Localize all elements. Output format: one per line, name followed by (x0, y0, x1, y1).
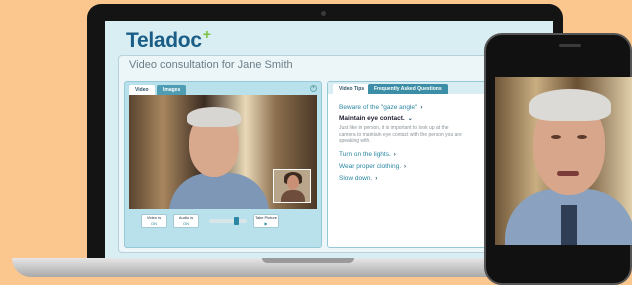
tip-label: Wear proper clothing. (339, 162, 402, 170)
tab-images[interactable]: Images (157, 85, 187, 95)
audio-toggle-button[interactable]: Audio is ON (173, 214, 199, 228)
doctor-shirt (169, 173, 269, 209)
patient-face (287, 175, 299, 190)
tip-eye-contact-body: Just like in person, it is important to … (339, 125, 462, 144)
take-picture-button[interactable]: Take Picture ▶ (253, 214, 279, 228)
brand-logo: Teladoc+ (126, 26, 211, 52)
tip-label: Slow down. (339, 174, 373, 182)
video-controls: Video is ON Audio is ON Take Picture ▶ (129, 214, 317, 244)
doctor-hair (529, 89, 611, 121)
patient-preview[interactable] (273, 169, 311, 203)
doctor-tie (561, 205, 577, 245)
tip-label: Maintain eye contact. (339, 115, 405, 122)
doctor-hair (187, 107, 241, 127)
video-card: Video Images × Video is ON Audio is ON T… (124, 81, 322, 248)
tab-video[interactable]: Video (129, 85, 155, 95)
video-feed[interactable] (129, 95, 317, 209)
volume-slider[interactable] (209, 219, 247, 223)
close-icon[interactable]: × (310, 85, 317, 92)
phone-video-feed[interactable] (495, 77, 632, 245)
laptop-camera (321, 11, 326, 16)
volume-slider-handle[interactable] (234, 217, 239, 225)
doctor-eye (577, 135, 587, 139)
patient-body (281, 190, 305, 202)
camera-icon: ▶ (264, 221, 268, 226)
doctor-mouth (557, 171, 579, 176)
tip-label: Turn on the lights. (339, 150, 391, 158)
laptop-base-notch (262, 258, 354, 263)
chevron-right-icon: › (420, 105, 423, 111)
chevron-right-icon: › (404, 163, 407, 170)
audio-toggle-state: ON (183, 221, 189, 226)
video-toggle-state: ON (151, 221, 157, 226)
consultation-panel: Video consultation for Jane Smith Video … (118, 55, 538, 253)
tab-faq[interactable]: Frequently Asked Questions (368, 84, 448, 94)
tab-video-tips[interactable]: Video Tips (333, 84, 371, 94)
brand-plus-icon: + (202, 26, 211, 42)
doctor-eye (551, 135, 561, 139)
chevron-down-icon: ⌄ (407, 116, 413, 122)
chevron-right-icon: › (393, 151, 396, 158)
page-title: Video consultation for Jane Smith (129, 59, 293, 71)
chevron-right-icon: › (375, 175, 378, 182)
phone-speaker (559, 44, 581, 47)
tip-label: Beware of the "gaze angle" (339, 104, 418, 111)
video-toggle-button[interactable]: Video is ON (141, 214, 167, 228)
